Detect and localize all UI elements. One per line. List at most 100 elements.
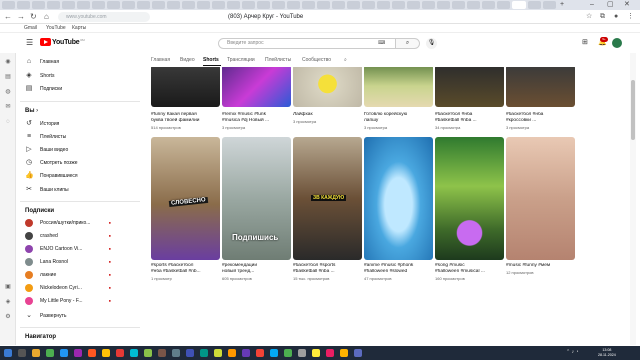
short-title-line2[interactable]: #halloween #musical ... [435, 269, 504, 275]
browser-tab[interactable] [32, 1, 45, 9]
taskbar-app-icon[interactable] [228, 349, 236, 357]
browser-tab[interactable] [347, 1, 360, 9]
taskbar-app-icon[interactable] [102, 349, 110, 357]
sidebar-item-subscriptions[interactable]: ▤ Подписки [25, 83, 135, 95]
short-title-line2[interactable]: #musica #dj Новый ... [222, 118, 291, 124]
youtube-logo[interactable]: YouTube RU [40, 38, 85, 46]
browser-tab[interactable] [317, 1, 330, 9]
browser-tab[interactable] [137, 1, 150, 9]
side-panel-icon[interactable]: ◈ [4, 298, 12, 306]
sidebar-item-channel[interactable]: Lana Rosnol ● [25, 256, 135, 268]
sidebar-item-watch-later[interactable]: ◷ Смотреть позже [25, 157, 135, 169]
bookmark-star-icon[interactable]: ☆ [586, 12, 592, 22]
short-thumbnail[interactable] [435, 137, 504, 260]
browser-tab[interactable] [467, 1, 480, 9]
browser-tab[interactable] [242, 1, 255, 9]
search-button[interactable]: ⌕ [396, 38, 420, 49]
side-panel-icon[interactable]: ◍ [4, 88, 12, 96]
short-thumbnail[interactable]: СЛОВЕСНО [151, 137, 220, 260]
keyboard-icon[interactable]: ⌨ [378, 40, 385, 46]
taskbar-app-icon[interactable] [158, 349, 166, 357]
tab-videos[interactable]: Видео [180, 56, 195, 64]
short-title[interactable]: Лайфхак [293, 112, 362, 118]
taskbar-app-icon[interactable] [88, 349, 96, 357]
short-title-line2[interactable]: #нба #basketball #nb... [151, 269, 220, 275]
taskbar-app-icon[interactable] [46, 349, 54, 357]
taskbar-app-icon[interactable] [326, 349, 334, 357]
browser-tab[interactable] [482, 1, 495, 9]
tab-community[interactable]: Сообщество [302, 56, 331, 64]
close-icon[interactable]: ✕ [624, 1, 630, 9]
short-thumbnail[interactable] [506, 67, 575, 107]
browser-tab[interactable] [377, 1, 390, 9]
browser-tab[interactable] [407, 1, 420, 9]
reload-icon[interactable]: ↻ [30, 12, 37, 22]
taskbar-app-icon[interactable] [214, 349, 222, 357]
browser-tab[interactable] [543, 1, 556, 9]
extensions-icon[interactable]: ⧉ [600, 12, 605, 22]
new-tab-icon[interactable]: + [560, 1, 564, 9]
taskbar-app-icon[interactable] [60, 349, 68, 357]
browser-tab[interactable] [257, 1, 270, 9]
browser-tab[interactable] [332, 1, 345, 9]
taskbar-app-icon[interactable] [32, 349, 40, 357]
taskbar-app-icon[interactable] [18, 349, 26, 357]
short-title-line2[interactable]: новый тренд... [222, 269, 291, 275]
short-title-line2[interactable]: буква твоей фамилии [151, 118, 220, 124]
short-title-line2[interactable]: лапшу [364, 118, 433, 124]
sidebar-item-your-videos[interactable]: ▷ Ваши видео [25, 144, 135, 156]
url-field[interactable]: www.youtube.com [58, 12, 150, 22]
sidebar-item-channel[interactable]: My Little Pony - F... ● [25, 295, 135, 307]
voice-search-icon[interactable]: 🎙 [426, 38, 437, 49]
browser-tab[interactable] [227, 1, 240, 9]
short-title-line2[interactable]: #кроссовки ... [506, 118, 575, 124]
tray-icons[interactable]: ⌃ ♪ ◔ [566, 349, 579, 355]
sidebar-you-header[interactable]: Вы › [25, 108, 38, 114]
browser-tab[interactable] [122, 1, 135, 9]
browser-tab[interactable] [272, 1, 285, 9]
taskbar-app-icon[interactable] [270, 349, 278, 357]
tab-shorts[interactable]: Shorts [203, 56, 219, 64]
short-title-line2[interactable]: #basketball #nba ... [293, 269, 362, 275]
browser-tab[interactable] [437, 1, 450, 9]
sidebar-item-channel[interactable]: лакние ● [25, 269, 135, 281]
side-panel-icon[interactable]: ◌ [4, 118, 12, 126]
sidebar-item-channel[interactable]: crashed ● [25, 230, 135, 242]
bookmark-maps[interactable]: Карты [72, 24, 86, 33]
short-thumbnail[interactable] [293, 67, 362, 107]
sidebar-item-liked[interactable]: 👍 Понравившиеся [25, 170, 135, 182]
sidebar-item-home[interactable]: ⌂ Главная [25, 56, 135, 68]
sidebar-item-channel[interactable]: ENJO Cartoon Vi... ● [25, 243, 135, 255]
browser-tab[interactable] [362, 1, 375, 9]
tab-playlists[interactable]: Плейлисты [265, 56, 291, 64]
short-thumbnail[interactable] [151, 67, 220, 107]
short-title-line2[interactable]: #halloween #slowed [364, 269, 433, 275]
browser-tab[interactable] [17, 1, 30, 9]
browser-tab[interactable] [528, 1, 541, 9]
page-scrollbar-thumb[interactable] [631, 80, 635, 140]
browser-tab[interactable] [92, 1, 105, 9]
home-browser-icon[interactable]: ⌂ [44, 12, 49, 22]
side-panel-icon[interactable]: ◉ [4, 58, 12, 66]
taskbar-app-icon[interactable] [284, 349, 292, 357]
back-icon[interactable]: ← [4, 12, 12, 22]
browser-tab[interactable] [197, 1, 210, 9]
taskbar-app-icon[interactable] [200, 349, 208, 357]
side-panel-icon[interactable]: ⚙ [4, 313, 12, 321]
tab-live[interactable]: Трансляции [227, 56, 255, 64]
browser-menu-icon[interactable]: ⋮ [627, 12, 634, 22]
channel-search-icon[interactable]: ⌕ [344, 56, 347, 64]
sidebar-item-playlists[interactable]: ≡ Плейлисты [25, 131, 135, 143]
menu-icon[interactable]: ☰ [26, 38, 33, 47]
browser-tab[interactable] [452, 1, 465, 9]
taskbar-app-icon[interactable] [256, 349, 264, 357]
browser-tab[interactable] [287, 1, 300, 9]
minimize-icon[interactable]: – [590, 1, 594, 9]
sidebar-item-history[interactable]: ↺ История [25, 118, 135, 130]
taskbar-app-icon[interactable] [116, 349, 124, 357]
browser-tab[interactable] [47, 1, 60, 9]
short-title[interactable]: #music #funny #мем [506, 263, 575, 269]
taskbar-app-icon[interactable] [312, 349, 320, 357]
search-input[interactable]: Введите запрос [218, 38, 396, 49]
clock[interactable]: 13:08 28.11.2024 [598, 348, 616, 358]
